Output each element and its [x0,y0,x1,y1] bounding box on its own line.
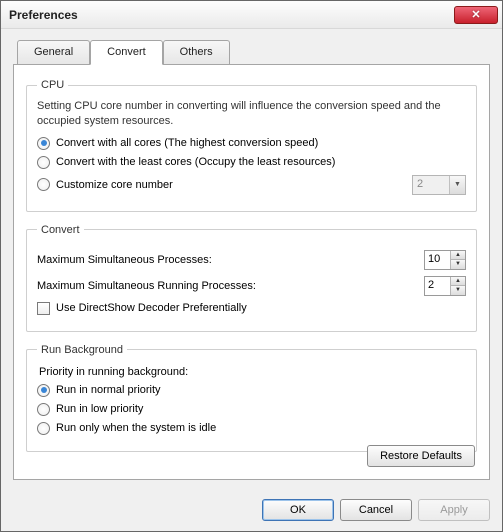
max-proc-value: 10 [425,251,450,269]
group-cpu: CPU Setting CPU core number in convertin… [26,79,477,212]
chevron-down-icon: ▼ [449,176,465,194]
max-run-spinner[interactable]: 2 ▲ ▼ [424,276,466,296]
window-title: Preferences [9,8,454,22]
close-button[interactable]: ✕ [454,6,498,24]
tab-strip: General Convert Others [17,40,490,65]
group-convert-legend: Convert [37,224,84,236]
tab-panel-convert: CPU Setting CPU core number in convertin… [13,64,490,480]
titlebar: Preferences ✕ [1,1,502,29]
ok-button[interactable]: OK [262,499,334,521]
radio-cpu-least-label: Convert with the least cores (Occupy the… [56,156,335,168]
max-run-label: Maximum Simultaneous Running Processes: [37,280,256,292]
content-area: General Convert Others CPU Setting CPU c… [1,29,502,489]
preferences-window: Preferences ✕ General Convert Others CPU… [0,0,503,532]
spinner-down-icon[interactable]: ▼ [451,259,465,269]
radio-cpu-custom-label: Customize core number [56,179,173,191]
radio-priority-idle-label: Run only when the system is idle [56,422,216,434]
tab-others[interactable]: Others [163,40,230,65]
apply-button[interactable]: Apply [418,499,490,521]
cancel-button[interactable]: Cancel [340,499,412,521]
group-cpu-legend: CPU [37,79,68,91]
spinner-down-icon[interactable]: ▼ [451,285,465,295]
radio-priority-low[interactable] [37,403,50,416]
cpu-core-combo[interactable]: 2 ▼ [412,175,466,195]
radio-priority-normal[interactable] [37,384,50,397]
radio-priority-low-label: Run in low priority [56,403,143,415]
group-convert: Convert Maximum Simultaneous Processes: … [26,224,477,332]
group-runbg-legend: Run Background [37,344,127,356]
spinner-up-icon[interactable]: ▲ [451,251,465,260]
tab-convert[interactable]: Convert [90,40,163,65]
checkbox-directshow[interactable] [37,302,50,315]
tab-general[interactable]: General [17,40,90,65]
cpu-core-value: 2 [413,176,449,194]
restore-defaults-button[interactable]: Restore Defaults [367,445,475,467]
radio-cpu-all-label: Convert with all cores (The highest conv… [56,137,318,149]
max-run-value: 2 [425,277,450,295]
max-proc-label: Maximum Simultaneous Processes: [37,254,212,266]
radio-priority-normal-label: Run in normal priority [56,384,161,396]
cpu-description: Setting CPU core number in converting wi… [37,99,466,129]
close-icon: ✕ [471,8,480,21]
max-proc-spinner[interactable]: 10 ▲ ▼ [424,250,466,270]
radio-priority-idle[interactable] [37,422,50,435]
priority-label: Priority in running background: [39,366,466,378]
radio-cpu-least[interactable] [37,156,50,169]
group-run-background: Run Background Priority in running backg… [26,344,477,452]
dialog-footer: OK Cancel Apply [1,489,502,531]
radio-cpu-custom[interactable] [37,178,50,191]
checkbox-directshow-label: Use DirectShow Decoder Preferentially [56,302,247,314]
spinner-up-icon[interactable]: ▲ [451,277,465,286]
radio-cpu-all[interactable] [37,137,50,150]
